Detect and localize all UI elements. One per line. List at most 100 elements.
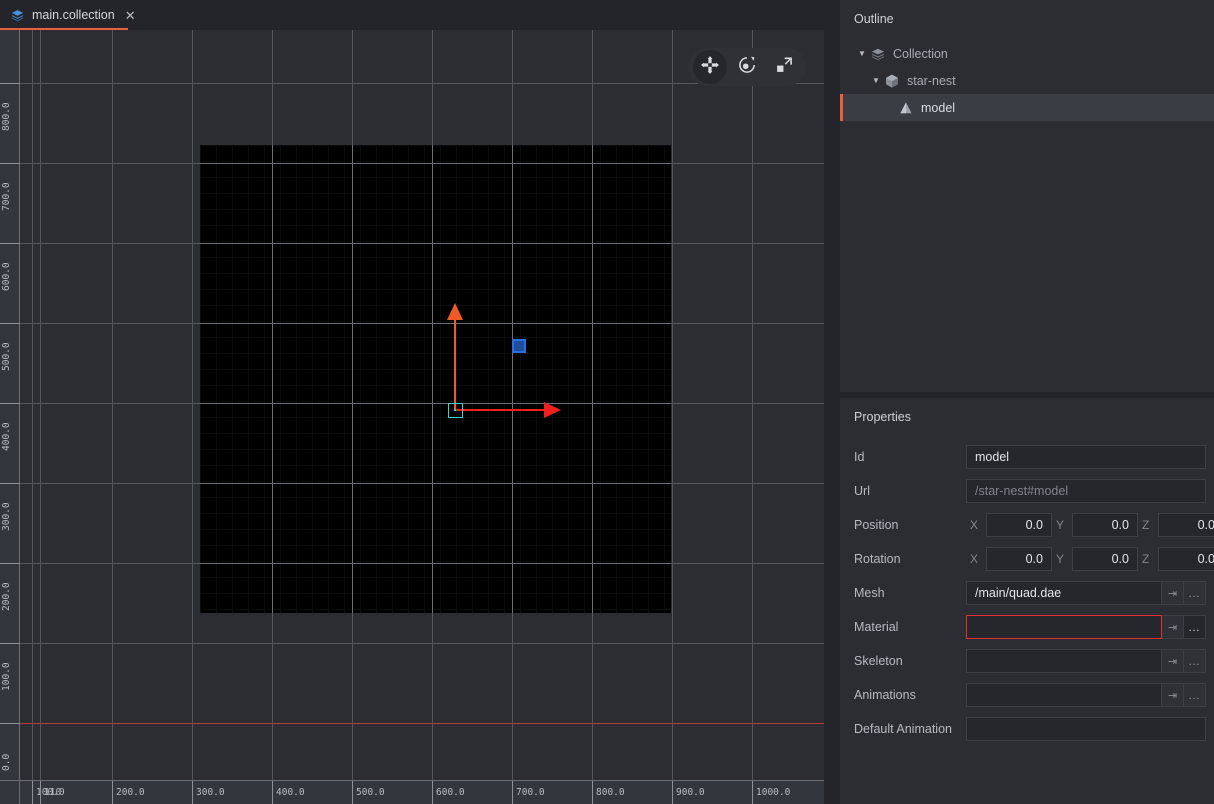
outline-item-collection[interactable]: ▼ Collection [840, 40, 1214, 67]
position-z-input[interactable]: 0.0 [1158, 513, 1214, 537]
ruler-tick [272, 781, 273, 804]
gizmo-x-axis[interactable] [455, 409, 548, 411]
scene-grid-line [328, 145, 329, 613]
chevron-down-icon[interactable]: ▼ [868, 76, 884, 85]
scene-grid-line [200, 193, 671, 194]
ruler-label: 300.0 [196, 787, 225, 798]
gizmo-z-handle[interactable] [512, 339, 526, 353]
scene-grid-line [200, 609, 671, 610]
move-tool-button[interactable] [693, 50, 728, 84]
cube-icon [884, 73, 900, 89]
outline-item-model[interactable]: model [840, 94, 1214, 121]
tab-main-collection[interactable]: main.collection ✕ [0, 0, 148, 30]
panel-divider-vertical[interactable] [824, 0, 840, 804]
ruler-label: 500.0 [1, 342, 12, 371]
rotation-z-input[interactable]: 0.0 [1158, 547, 1214, 571]
mesh-input[interactable]: /main/quad.dae [966, 581, 1162, 605]
scene-major-grid-line [200, 163, 671, 164]
outline-item-star-nest[interactable]: ▼ star-nest [840, 67, 1214, 94]
id-label: Id [854, 450, 865, 464]
mesh-goto-button[interactable]: ⇥ [1162, 581, 1184, 605]
ruler-tick [0, 163, 20, 164]
close-icon[interactable]: ✕ [125, 9, 136, 22]
scene-viewport[interactable]: 800.0 700.0 600.0 500.0 400.0 300.0 200.0 100.0… [0, 30, 824, 804]
url-input[interactable]: /star-nest#model [966, 479, 1206, 503]
ruler-tick [112, 781, 113, 804]
position-x-input[interactable]: 0.0 [986, 513, 1052, 537]
scene-major-grid-line [200, 403, 671, 404]
ruler-label: 700.0 [1, 182, 12, 211]
skeleton-goto-button[interactable]: ⇥ [1162, 649, 1184, 673]
animations-label: Animations [854, 688, 916, 702]
scene-grid-line [568, 145, 569, 613]
scene-grid-line [456, 145, 457, 613]
properties-panel: Properties Id model Url /star-nest#model… [840, 398, 1214, 804]
scene-major-grid-line [200, 243, 671, 244]
scene-render-area [200, 145, 671, 613]
scene-grid-line [392, 145, 393, 613]
gizmo-y-axis[interactable] [454, 319, 456, 410]
ruler-tick [0, 323, 20, 324]
viewport-canvas[interactable] [20, 30, 824, 780]
rotation-x-input[interactable]: 0.0 [986, 547, 1052, 571]
scene-grid-line [280, 145, 281, 613]
animations-goto-button[interactable]: ⇥ [1162, 683, 1184, 707]
material-browse-button[interactable]: … [1184, 615, 1206, 639]
scene-grid-line [200, 545, 671, 546]
ruler-tick [672, 781, 673, 804]
scene-grid-line [344, 145, 345, 613]
material-input[interactable] [966, 615, 1162, 639]
rotate-icon [737, 55, 757, 80]
ruler-label: 200.0 [116, 787, 145, 798]
scene-grid-line [552, 145, 553, 613]
move-icon [700, 55, 720, 80]
skeleton-label: Skeleton [854, 654, 903, 668]
scene-grid-line [200, 449, 671, 450]
skeleton-browse-button[interactable]: … [1184, 649, 1206, 673]
viewport-toolbar [688, 48, 806, 86]
property-row-url: Url /star-nest#model [840, 474, 1214, 508]
gizmo-y-arrow-icon[interactable] [447, 303, 463, 320]
property-row-animations: Animations ⇥ … [840, 678, 1214, 712]
scene-grid-line [584, 145, 585, 613]
default-animation-input[interactable] [966, 717, 1206, 741]
gizmo-x-arrow-icon[interactable] [544, 402, 561, 418]
position-y-input[interactable]: 0.0 [1072, 513, 1138, 537]
scene-grid-line [200, 337, 671, 338]
animations-input[interactable] [966, 683, 1162, 707]
property-row-default-animation: Default Animation [840, 712, 1214, 746]
scene-major-grid-line [592, 145, 593, 613]
rotate-tool-button[interactable] [730, 50, 764, 84]
gizmo-center-handle[interactable] [448, 403, 463, 418]
skeleton-input[interactable] [966, 649, 1162, 673]
id-input[interactable]: model [966, 445, 1206, 469]
scale-tool-button[interactable] [767, 50, 801, 84]
ruler-tick [0, 643, 20, 644]
scene-grid-line [200, 465, 671, 466]
scene-grid-line [312, 145, 313, 613]
scene-grid-line [200, 513, 671, 514]
ruler-label: 200.0 [1, 582, 12, 611]
scene-grid-line [472, 145, 473, 613]
ruler-tick [592, 781, 593, 804]
mesh-browse-button[interactable]: … [1184, 581, 1206, 605]
collection-icon [10, 8, 25, 23]
ruler-tick [40, 781, 41, 804]
scene-grid-line [200, 577, 671, 578]
grid-line-vertical [672, 30, 673, 780]
animations-browse-button[interactable]: … [1184, 683, 1206, 707]
ruler-label: 600.0 [436, 787, 465, 798]
material-goto-button[interactable]: ⇥ [1162, 615, 1184, 639]
scene-grid-line [504, 145, 505, 613]
chevron-down-icon[interactable]: ▼ [854, 49, 870, 58]
scene-grid-line [200, 481, 671, 482]
rotation-y-input[interactable]: 0.0 [1072, 547, 1138, 571]
ruler-tick [0, 243, 20, 244]
tab-bar: main.collection ✕ [0, 0, 840, 31]
scene-grid-line [200, 241, 671, 242]
scene-grid-line [360, 145, 361, 613]
scene-grid-line [200, 273, 671, 274]
scene-grid-line [200, 417, 671, 418]
rotation-z-label: Z [1142, 552, 1150, 566]
scene-major-grid-line [432, 145, 433, 613]
